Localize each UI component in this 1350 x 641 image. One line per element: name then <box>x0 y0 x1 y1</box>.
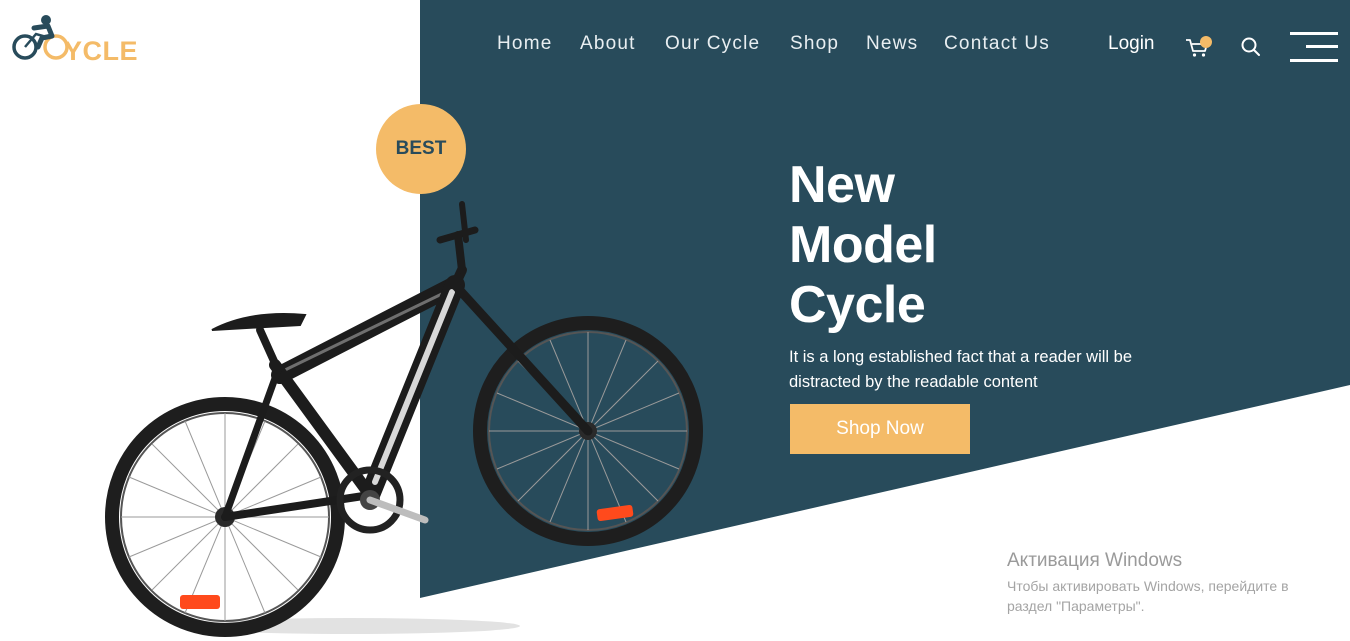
windows-activation-line: Чтобы активировать Windows, перейдите в <box>1007 578 1289 594</box>
cart-count-badge <box>1200 36 1212 48</box>
hero-description-line: It is a long established fact that a rea… <box>789 348 1133 366</box>
hero-title-line: Cycle <box>789 276 926 334</box>
logo[interactable]: YCLE <box>12 14 152 68</box>
menu-bar-bottom <box>1290 59 1338 62</box>
shop-now-button[interactable]: Shop Now <box>790 404 970 454</box>
windows-activation-title: Активация Windows <box>1007 550 1183 571</box>
hero-title-line: Model <box>789 216 937 274</box>
nav-item-contact-us[interactable]: Contact Us <box>944 33 1050 55</box>
nav-item-news[interactable]: News <box>866 33 918 55</box>
search-icon[interactable] <box>1240 35 1262 57</box>
cyclist-logo-icon <box>12 15 69 60</box>
bicycle-image <box>105 201 703 637</box>
menu-bar-top <box>1290 32 1338 35</box>
menu-bar-middle <box>1306 45 1338 48</box>
hero-description: It is a long established fact that a rea… <box>789 345 1189 395</box>
nav-item-our-cycle[interactable]: Our Cycle <box>665 33 760 55</box>
hero-title: New Model Cycle <box>789 155 1109 335</box>
best-badge-label: BEST <box>395 138 447 159</box>
nav-item-home[interactable]: Home <box>497 33 552 55</box>
windows-activation-text: Чтобы активировать Windows, перейдите в … <box>1007 576 1337 616</box>
nav-item-shop[interactable]: Shop <box>790 33 839 55</box>
nav-item-about[interactable]: About <box>580 33 636 55</box>
logo-text: YCLE <box>64 36 139 66</box>
hero-title-line: New <box>789 156 895 214</box>
login-link[interactable]: Login <box>1108 33 1155 55</box>
best-badge: BEST <box>376 104 466 194</box>
hero-description-line: distracted by the readable content <box>789 373 1038 391</box>
windows-activation-line: раздел "Параметры". <box>1007 598 1145 614</box>
hamburger-menu-icon[interactable] <box>1290 32 1338 64</box>
